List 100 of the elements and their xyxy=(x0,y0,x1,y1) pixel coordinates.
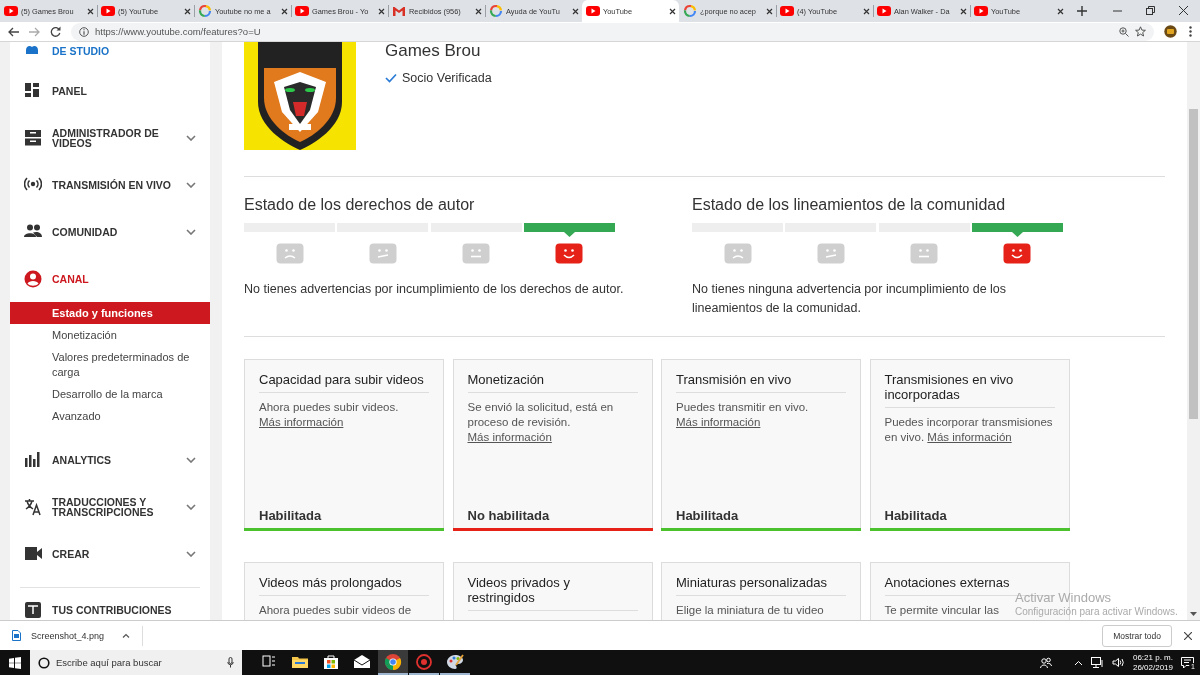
network-icon[interactable] xyxy=(1090,657,1104,668)
reload-icon[interactable] xyxy=(50,26,61,37)
chrome-logo-icon xyxy=(384,652,402,671)
status-message: No tienes ninguna advertencia por incumplimiento de los lineamientos de la comunidad. xyxy=(692,281,1008,317)
youtube-logo-icon xyxy=(974,4,988,18)
volume-icon[interactable] xyxy=(1111,657,1125,668)
google-logo-icon xyxy=(489,4,503,18)
taskbar-app[interactable] xyxy=(378,650,408,675)
section-title: Estado de los lineamientos de la comunidad xyxy=(692,196,1007,214)
chevron-down-icon[interactable] xyxy=(186,456,196,463)
uneasy-face-icon xyxy=(816,243,845,264)
verified-label: Socio Verificada xyxy=(402,71,492,85)
status-message: No tienes advertencias por incumplimiento de los derechos de autor. xyxy=(244,281,624,298)
scrollbar-thumb[interactable] xyxy=(1189,109,1198,419)
new-tab-icon[interactable] xyxy=(1077,6,1087,16)
smiling-face-icon xyxy=(1003,243,1032,264)
channel-name: Games Brou xyxy=(385,42,482,61)
translate-icon xyxy=(24,497,42,516)
sidebar-item[interactable]: ANALYTICS xyxy=(10,436,210,483)
menu-icon[interactable] xyxy=(1189,26,1192,37)
close-icon[interactable] xyxy=(378,7,385,15)
back-icon[interactable] xyxy=(8,26,19,37)
caret-up-icon[interactable] xyxy=(122,633,130,638)
chevron-down-icon[interactable] xyxy=(186,134,196,141)
card-title: Anotaciones externas xyxy=(884,574,1010,590)
sidebar-subitem[interactable]: Estado y funciones xyxy=(10,302,210,324)
close-icon[interactable] xyxy=(766,7,773,15)
sidebar-item[interactable]: PANEL xyxy=(10,67,210,114)
dashboard-icon xyxy=(24,81,42,100)
card-description: Te permite vincular las xyxy=(884,603,999,618)
shopping-bag-icon xyxy=(322,652,340,671)
more-info-link[interactable]: Más información xyxy=(676,416,761,428)
chevron-up-icon[interactable] xyxy=(1073,659,1083,666)
feature-status: Habilitada xyxy=(259,508,323,525)
google-logo-icon xyxy=(683,4,697,18)
close-icon[interactable] xyxy=(184,7,191,15)
chevron-down-icon[interactable] xyxy=(186,228,196,235)
zoom-icon[interactable] xyxy=(1119,26,1129,37)
show-all-button[interactable]: Mostrar todo xyxy=(1102,624,1172,647)
sidebar-subitem[interactable]: Desarrollo de la marca xyxy=(10,383,210,405)
card-description: Ahora puedes subir videos de xyxy=(259,603,412,618)
account-icon xyxy=(24,269,42,288)
sidebar-item[interactable]: COMUNIDAD xyxy=(10,208,210,255)
chevron-down-icon[interactable] xyxy=(186,181,196,188)
youtube-logo-icon xyxy=(877,4,891,18)
sidebar-subitem[interactable]: Avanzado xyxy=(10,405,210,427)
youtube-logo-icon xyxy=(4,4,18,18)
close-icon[interactable] xyxy=(1184,631,1192,640)
sad-face-icon xyxy=(723,243,752,264)
google-logo-icon xyxy=(198,4,212,18)
notification-icon[interactable] xyxy=(1181,656,1194,669)
close-icon[interactable] xyxy=(669,7,676,15)
restore-icon[interactable] xyxy=(1146,6,1155,15)
address-bar[interactable]: https://www.youtube.com/features?o=U xyxy=(71,22,1154,41)
star-icon[interactable] xyxy=(1135,26,1146,37)
clock[interactable]: 06:21 p. m. 26/02/2019 xyxy=(1132,652,1173,673)
people-icon[interactable] xyxy=(1039,656,1052,669)
card-description: Puedes incorporar transmisiones en vivo. Más información xyxy=(884,415,1054,445)
sidebar-item[interactable]: CANAL xyxy=(10,255,210,302)
windows-logo-icon[interactable] xyxy=(9,656,21,669)
sidebar-item[interactable]: TUS CONTRIBUCIONES xyxy=(10,586,210,620)
card-title: Monetización xyxy=(467,371,545,387)
profile-avatar-icon[interactable] xyxy=(1164,25,1177,38)
sidebar-subitem[interactable]: Monetización xyxy=(10,324,210,346)
close-icon[interactable] xyxy=(960,7,967,15)
circle-icon xyxy=(38,656,50,669)
close-icon[interactable] xyxy=(281,7,288,15)
close-icon[interactable] xyxy=(1179,6,1188,15)
sidebar-subitem[interactable]: Valores predeterminados de carga xyxy=(10,346,210,383)
search-field[interactable]: Escribe aquí para buscar xyxy=(30,650,242,675)
palette-icon xyxy=(446,652,464,671)
sidebar-item[interactable]: CREAR xyxy=(10,530,210,577)
smiling-face-icon xyxy=(555,243,584,264)
more-info-link[interactable]: Más información xyxy=(467,431,552,443)
sidebar-item[interactable]: DE STUDIO xyxy=(10,42,210,67)
more-info-link[interactable]: Más información xyxy=(927,431,1012,443)
close-icon[interactable] xyxy=(1057,7,1064,15)
sidebar-item[interactable]: ADMINISTRADOR DE VIDEOS xyxy=(10,114,210,161)
more-info-link[interactable]: Más información xyxy=(259,416,344,428)
youtube-logo-icon xyxy=(101,4,115,18)
close-icon[interactable] xyxy=(572,7,579,15)
download-item[interactable]: Screenshot_4.png xyxy=(0,625,143,646)
feature-status: Habilitada xyxy=(884,508,948,525)
sidebar-item[interactable]: TRADUCCIONES Y TRANSCRIPCIONES xyxy=(10,483,210,530)
neutral-face-icon xyxy=(910,243,939,264)
envelope-icon xyxy=(392,4,406,18)
youtube-logo-icon xyxy=(780,4,794,18)
card-title: Videos más prolongados xyxy=(259,574,402,590)
chevron-down-icon[interactable] xyxy=(186,503,196,510)
section-title: Estado de los derechos de autor xyxy=(244,196,476,214)
close-icon[interactable] xyxy=(863,7,870,15)
close-icon[interactable] xyxy=(475,7,482,15)
record-icon xyxy=(415,652,433,671)
activation-title: Activar Windows xyxy=(1015,590,1112,605)
card-description: Ahora puedes subir videos. Más información xyxy=(259,400,400,430)
bar-chart-icon xyxy=(24,450,42,469)
close-icon[interactable] xyxy=(87,7,94,15)
chevron-down-icon[interactable] xyxy=(186,550,196,557)
scroll-down-icon[interactable] xyxy=(1190,612,1197,616)
sidebar-item[interactable]: TRANSMISIÓN EN VIVO xyxy=(10,161,210,208)
